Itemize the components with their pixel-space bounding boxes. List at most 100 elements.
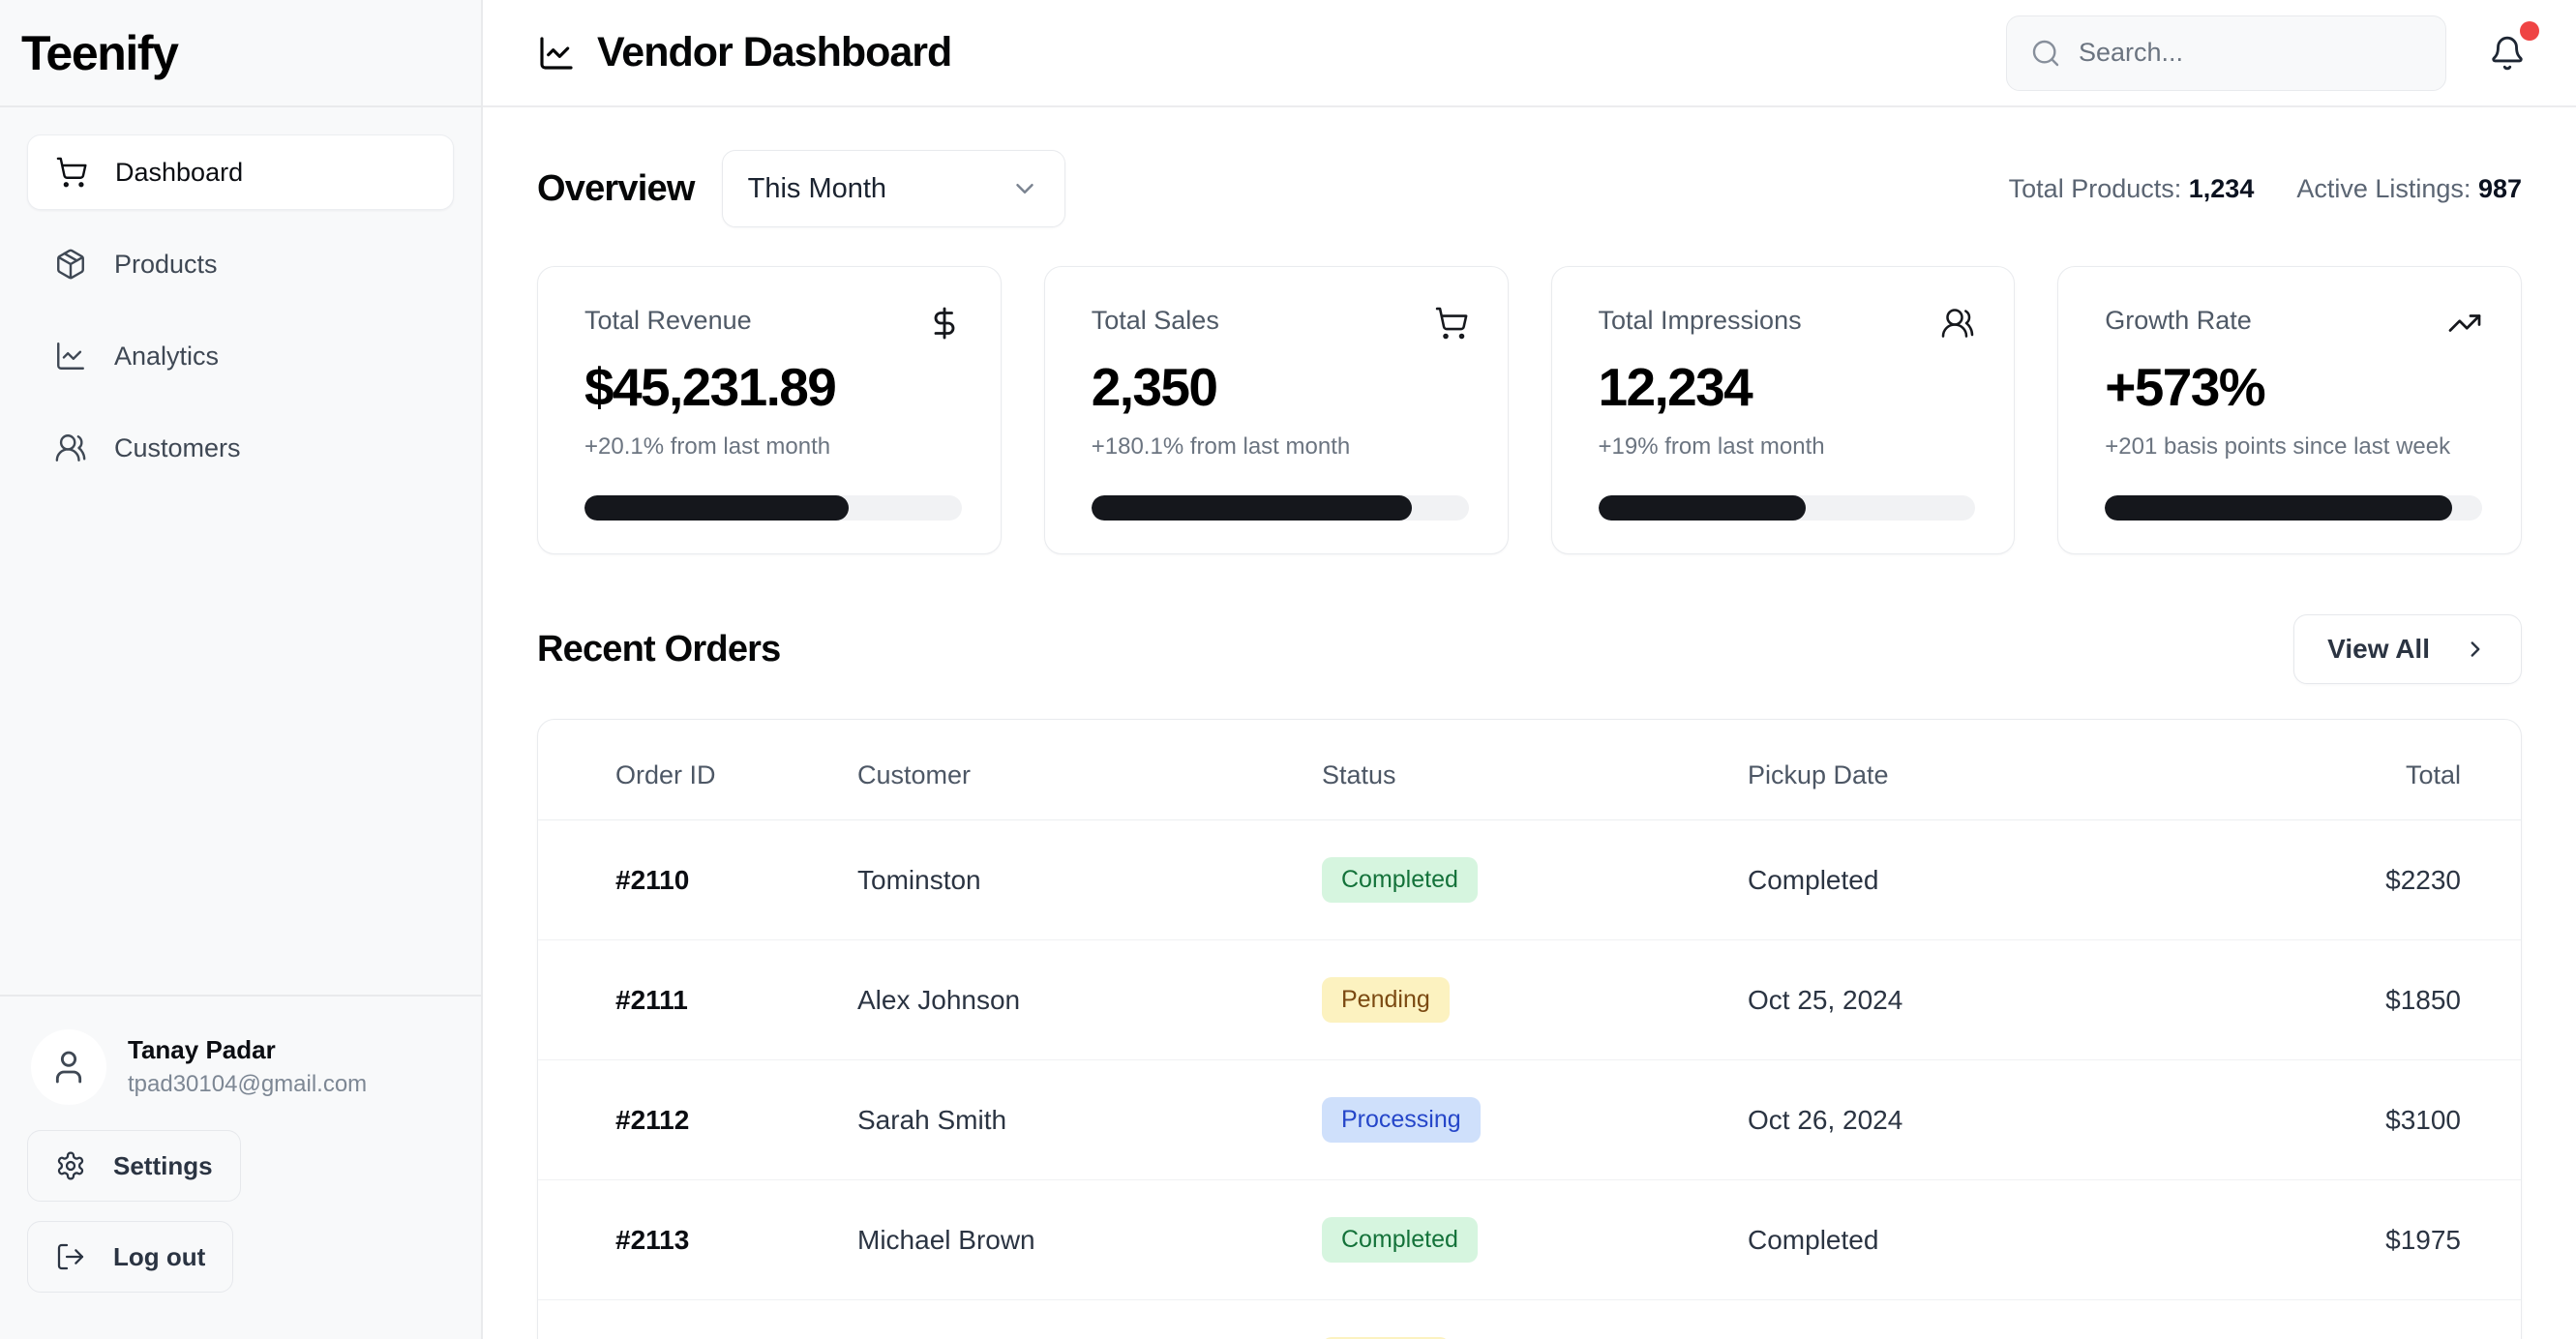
topbar-actions	[2006, 15, 2539, 91]
progress-bar	[1598, 495, 1976, 521]
sidebar-item-label: Customers	[114, 432, 241, 462]
topbar: Vendor Dashboard	[483, 0, 2576, 107]
package-icon	[54, 248, 87, 281]
total-products-label: Total Products:	[2008, 173, 2182, 203]
period-select[interactable]: This Month	[721, 150, 1065, 227]
card-subtext: +20.1% from last month	[584, 433, 831, 460]
card-label: Growth Rate	[2105, 306, 2252, 335]
sidebar-user-profile[interactable]: Tanay Padar tpad30104@gmail.com	[27, 1020, 454, 1130]
total-products-value: 1,234	[2188, 173, 2255, 203]
app-root: Teenify Dashboard Products Analytics Cus…	[0, 0, 2576, 1339]
card-subtext: +201 basis points since last week	[2105, 433, 2451, 460]
recent-orders-header: Recent Orders View All	[537, 614, 2522, 684]
cell-customer: Alex Johnson	[857, 984, 1021, 1015]
card-value: 12,234	[1598, 357, 1753, 417]
table-row[interactable]: #2111 Alex Johnson Pending Oct 25, 2024 $185…	[538, 939, 2521, 1060]
cell-pickup-date: Completed	[1748, 1224, 1879, 1255]
table-row[interactable]: #2112 Sarah Smith Processing Oct 26, 2024 $3…	[538, 1059, 2521, 1180]
search-input[interactable]	[2079, 38, 2422, 68]
recent-orders-table: Order ID Customer Status Pickup Date Tot…	[538, 720, 2521, 1339]
search-icon	[2030, 38, 2061, 69]
user-name: Tanay Padar	[128, 1035, 276, 1065]
cell-total: $1850	[2385, 984, 2461, 1015]
progress-bar	[2105, 495, 2482, 521]
shopping-cart-icon	[55, 156, 88, 189]
settings-button-label: Settings	[113, 1150, 213, 1180]
progress-fill	[1091, 495, 1413, 521]
progress-fill	[584, 495, 849, 521]
brand-header: Teenify	[0, 0, 481, 107]
table-body: #2110 Tominston Completed Completed $2230 #21…	[538, 819, 2521, 1339]
search-box[interactable]	[2006, 15, 2446, 91]
chevron-down-icon	[1010, 174, 1039, 203]
line-chart-icon	[537, 34, 576, 73]
column-header-status[interactable]: Status	[1322, 720, 1748, 820]
trending-up-icon	[2447, 306, 2482, 341]
card-header: Total Sales	[1092, 306, 1469, 341]
sidebar-item-analytics[interactable]: Analytics	[27, 318, 454, 394]
sidebar-nav: Dashboard Products Analytics Customers	[0, 107, 481, 995]
card-header: Growth Rate	[2105, 306, 2482, 341]
table-header-row: Order ID Customer Status Pickup Date Tot…	[538, 720, 2521, 820]
view-all-button[interactable]: View All	[2293, 614, 2522, 684]
recent-orders-title: Recent Orders	[537, 628, 781, 670]
brand-logo-text: Teenify	[21, 25, 179, 80]
cell-customer: Michael Brown	[857, 1224, 1035, 1255]
notifications-button[interactable]	[2481, 20, 2539, 79]
status-badge: Pending	[1322, 977, 1450, 1023]
progress-fill	[2105, 495, 2452, 521]
notification-dot	[2520, 20, 2539, 41]
cell-customer: Sarah Smith	[857, 1104, 1007, 1135]
cell-order-id: #2112	[615, 1104, 690, 1135]
sidebar-item-customers[interactable]: Customers	[27, 410, 454, 486]
avatar	[31, 1029, 106, 1105]
cell-pickup-date: Oct 25, 2024	[1748, 984, 1903, 1015]
shopping-cart-icon	[1434, 306, 1469, 341]
cell-total: $2230	[2385, 864, 2461, 895]
status-badge: Processing	[1322, 1097, 1481, 1143]
cell-customer: Tominston	[857, 864, 981, 895]
cell-pickup-date: Completed	[1748, 864, 1879, 895]
card-label: Total Sales	[1091, 306, 1219, 335]
period-select-value: This Month	[747, 172, 887, 204]
users-icon	[54, 431, 87, 464]
recent-orders-table-card: Order ID Customer Status Pickup Date Tot…	[537, 719, 2522, 1339]
table-row[interactable]: #2114Emily DavisPendingOct 27, 2024$2450	[538, 1300, 2521, 1339]
cell-order-id: #2113	[615, 1224, 690, 1255]
cell-order-id: #2111	[615, 984, 688, 1015]
stat-card-total-impressions: Total Impressions 12,234 +19% from last …	[1550, 266, 2016, 554]
stat-card-growth-rate: Growth Rate +573% +201 basis points sinc…	[2057, 266, 2522, 554]
card-header: Total Impressions	[1599, 306, 1976, 341]
user-email: tpad30104@gmail.com	[128, 1070, 368, 1097]
status-badge: Completed	[1322, 857, 1478, 903]
page-title: Vendor Dashboard	[597, 29, 952, 75]
column-header-order-id[interactable]: Order ID	[538, 720, 857, 820]
table-row[interactable]: #2110 Tominston Completed Completed $2230	[538, 819, 2521, 940]
card-label: Total Revenue	[584, 306, 752, 335]
sidebar-item-label: Products	[114, 249, 218, 279]
active-listings-stat: Active Listings: 987	[2296, 174, 2522, 204]
card-subtext: +19% from last month	[1598, 433, 1825, 460]
total-products-stat: Total Products: 1,234	[2009, 174, 2255, 204]
progress-bar	[584, 495, 962, 521]
column-header-customer[interactable]: Customer	[857, 720, 1322, 820]
active-listings-label: Active Listings:	[2296, 173, 2471, 203]
active-listings-value: 987	[2477, 173, 2522, 203]
logout-button[interactable]: Log out	[27, 1221, 234, 1293]
logout-icon	[55, 1241, 86, 1272]
progress-fill	[1598, 495, 1806, 521]
settings-button[interactable]: Settings	[27, 1130, 241, 1202]
dollar-sign-icon	[927, 306, 962, 341]
sidebar-item-label: Dashboard	[115, 157, 244, 187]
column-header-total[interactable]: Total	[2211, 720, 2521, 820]
cell-order-id: #2110	[615, 864, 690, 895]
stat-card-total-sales: Total Sales 2,350 +180.1% from last mont…	[1043, 266, 1509, 554]
dashboard-content: Overview This Month Total Products: 1,23…	[483, 107, 2576, 1339]
table-row[interactable]: #2113 Michael Brown Completed Completed $197…	[538, 1179, 2521, 1300]
sidebar-item-products[interactable]: Products	[27, 226, 454, 302]
sidebar-footer: Tanay Padar tpad30104@gmail.com Settings	[0, 995, 481, 1339]
overview-title: Overview	[537, 167, 695, 209]
sidebar-item-dashboard[interactable]: Dashboard	[27, 134, 454, 210]
users-icon	[1940, 306, 1975, 341]
column-header-pickup-date[interactable]: Pickup Date	[1748, 720, 2211, 820]
